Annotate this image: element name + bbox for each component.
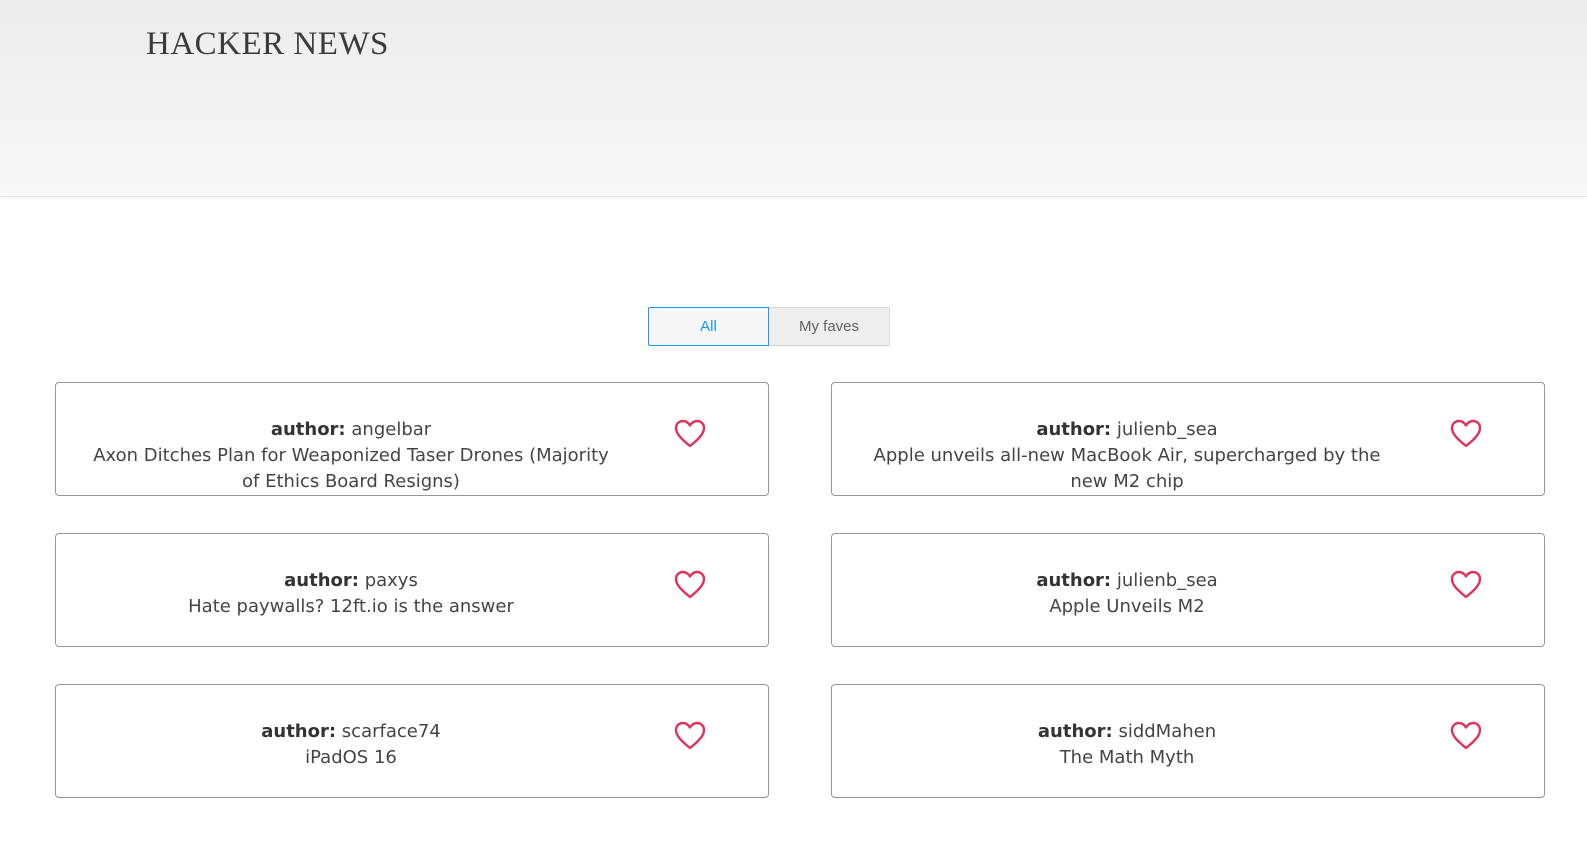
author-label: author: <box>270 419 346 440</box>
heart-outline-icon[interactable] <box>674 721 706 751</box>
author-label: author: <box>261 721 337 742</box>
card-content: author: julienb_sea Apple unveils all-ne… <box>862 417 1392 495</box>
page-header: HACKER NEWS <box>0 0 1587 197</box>
story-title: The Math Myth <box>1059 747 1195 768</box>
author-line: author: julienb_sea <box>862 568 1392 594</box>
card-content: author: paxys Hate paywalls? 12ft.io is … <box>86 568 616 620</box>
story-title: Hate paywalls? 12ft.io is the answer <box>188 596 514 617</box>
author-name: siddMahen <box>1118 721 1217 742</box>
author-name: angelbar <box>351 419 432 440</box>
story-title: Apple Unveils M2 <box>1049 596 1205 617</box>
news-card[interactable]: author: julienb_sea Apple unveils all-ne… <box>831 382 1545 496</box>
author-line: author: siddMahen <box>862 719 1392 745</box>
site-title[interactable]: HACKER NEWS <box>146 26 389 63</box>
news-card[interactable]: author: siddMahen The Math Myth <box>831 684 1545 798</box>
news-card[interactable]: author: angelbar Axon Ditches Plan for W… <box>55 382 769 496</box>
tab-all[interactable]: All <box>648 307 769 346</box>
news-card[interactable]: author: julienb_sea Apple Unveils M2 <box>831 533 1545 647</box>
author-line: author: paxys <box>86 568 616 594</box>
tab-my-faves[interactable]: My faves <box>769 307 890 346</box>
card-content: author: scarface74 iPadOS 16 <box>86 719 616 771</box>
story-title: iPadOS 16 <box>305 747 397 768</box>
heart-outline-icon[interactable] <box>1450 419 1482 449</box>
card-content: author: angelbar Axon Ditches Plan for W… <box>86 417 616 495</box>
author-line: author: angelbar <box>86 417 616 443</box>
story-title: Apple unveils all-new MacBook Air, super… <box>873 445 1381 492</box>
filter-tabs: All My faves <box>648 307 890 346</box>
author-line: author: julienb_sea <box>862 417 1392 443</box>
author-label: author: <box>284 570 359 591</box>
author-name: julienb_sea <box>1116 570 1218 591</box>
news-card[interactable]: author: scarface74 iPadOS 16 <box>55 684 769 798</box>
author-name: julienb_sea <box>1116 419 1218 440</box>
story-title: Axon Ditches Plan for Weaponized Taser D… <box>93 445 609 492</box>
author-line: author: scarface74 <box>86 719 616 745</box>
author-label: author: <box>1037 721 1113 742</box>
heart-outline-icon[interactable] <box>1450 570 1482 600</box>
author-name: paxys <box>364 570 418 591</box>
news-card[interactable]: author: paxys Hate paywalls? 12ft.io is … <box>55 533 769 647</box>
card-content: author: julienb_sea Apple Unveils M2 <box>862 568 1392 620</box>
author-name: scarface74 <box>341 721 441 742</box>
author-label: author: <box>1036 570 1112 591</box>
author-label: author: <box>1036 419 1112 440</box>
heart-outline-icon[interactable] <box>674 570 706 600</box>
heart-outline-icon[interactable] <box>1450 721 1482 751</box>
heart-outline-icon[interactable] <box>674 419 706 449</box>
card-content: author: siddMahen The Math Myth <box>862 719 1392 771</box>
